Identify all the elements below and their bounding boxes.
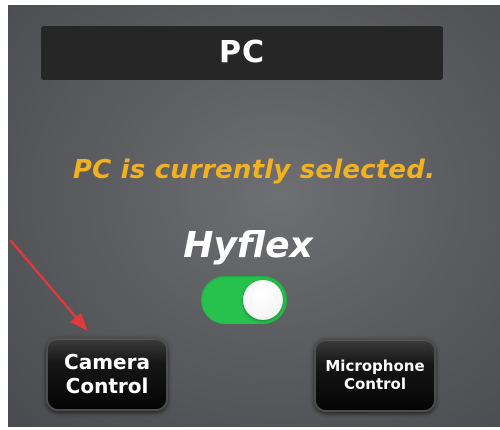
title-bar: PC [41, 26, 443, 80]
camera-button-label-line1: Camera [64, 350, 150, 374]
microphone-button-label-line1: Microphone [325, 357, 425, 375]
screen: PC PC is currently selected. Hyflex Came… [0, 0, 500, 430]
control-panel: PC PC is currently selected. Hyflex Came… [8, 5, 500, 427]
camera-button-label-line2: Control [65, 374, 149, 398]
hyflex-toggle[interactable] [201, 276, 287, 324]
toggle-knob [243, 280, 283, 320]
page-title: PC [218, 35, 265, 70]
microphone-button-label-line2: Control [343, 375, 406, 393]
status-message: PC is currently selected. [72, 155, 436, 185]
microphone-control-button[interactable]: Microphone Control [314, 338, 436, 412]
hyflex-label: Hyflex [183, 225, 313, 266]
camera-control-button[interactable]: Camera Control [46, 337, 168, 411]
